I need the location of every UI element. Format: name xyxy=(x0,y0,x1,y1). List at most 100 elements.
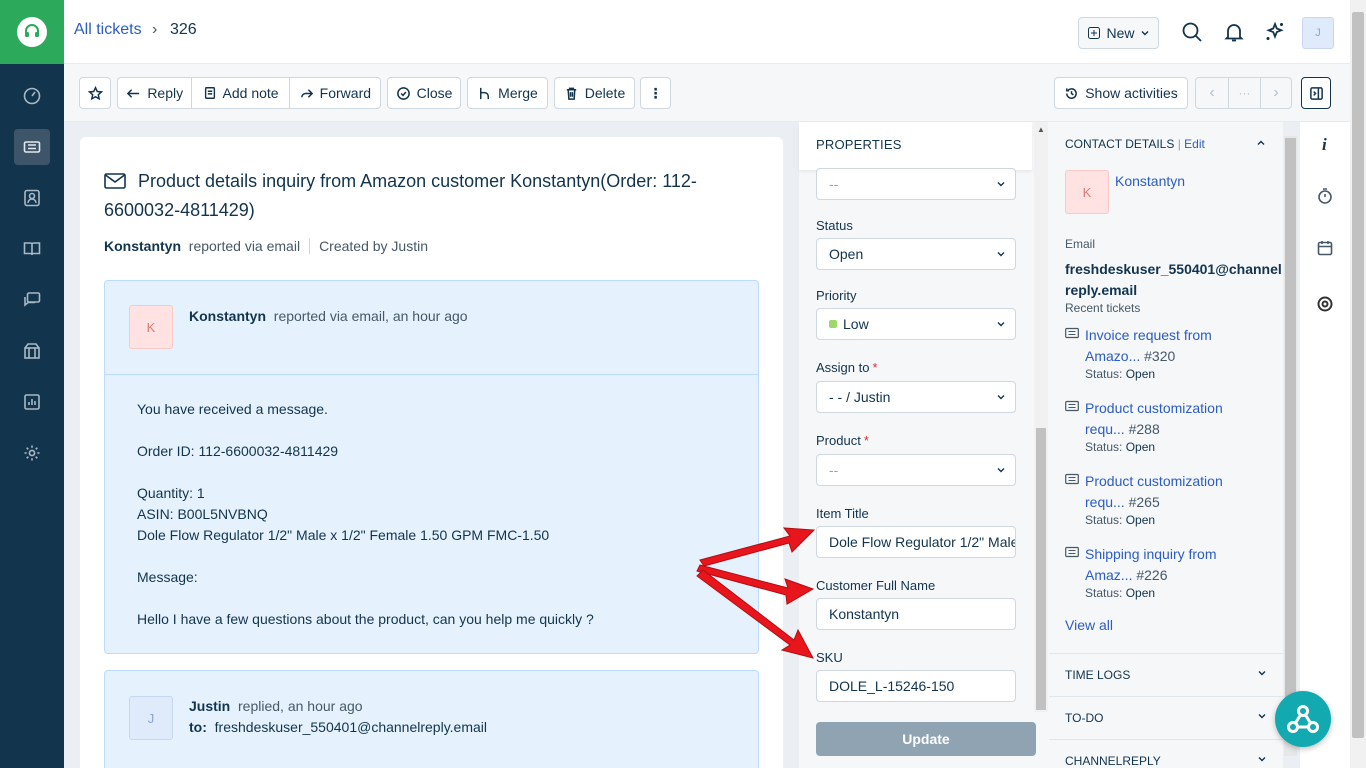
ticket-title[interactable]: Amaz... xyxy=(1085,567,1132,583)
to-label: to: xyxy=(189,719,207,735)
ticket-status-value: Open xyxy=(1125,513,1156,527)
user-avatar[interactable]: J xyxy=(1302,17,1334,49)
sku-input[interactable]: DOLE_L-15246-150 xyxy=(816,670,1016,702)
dashboard-icon[interactable] xyxy=(14,78,50,114)
chevron-down-icon xyxy=(997,468,1005,473)
view-all-link[interactable]: View all xyxy=(1065,617,1113,633)
delete-button[interactable]: Delete xyxy=(554,77,635,109)
ticket-subject-text: Product details inquiry from Amazon cust… xyxy=(104,171,697,220)
new-button-label: New xyxy=(1106,25,1135,41)
contacts-icon[interactable] xyxy=(14,180,50,216)
check-circle-icon xyxy=(396,86,410,100)
close-button[interactable]: Close xyxy=(387,77,461,109)
chevron-down-icon xyxy=(997,322,1005,327)
contact-edit-link[interactable]: Edit xyxy=(1184,137,1205,151)
channelreply-section[interactable]: CHANNELREPLY xyxy=(1049,739,1283,768)
message2-author[interactable]: Justin xyxy=(189,698,230,714)
note-icon xyxy=(204,87,215,99)
priority-label: Priority xyxy=(816,288,857,303)
ticket-title[interactable]: requ... xyxy=(1085,494,1125,510)
meta-divider xyxy=(309,238,311,254)
reports-icon[interactable] xyxy=(14,384,50,420)
time-logs-section[interactable]: TIME LOGS xyxy=(1049,653,1283,695)
breadcrumb-all-tickets[interactable]: All tickets xyxy=(74,21,142,39)
message1-header: Konstantyn reported via email, an hour a… xyxy=(189,308,468,324)
update-button[interactable]: Update xyxy=(816,722,1036,756)
message-line: Message: xyxy=(137,569,198,585)
top-dropdown[interactable]: -- xyxy=(816,168,1016,200)
merge-button[interactable]: Merge xyxy=(467,77,548,109)
message1-author[interactable]: Konstantyn xyxy=(189,308,266,324)
status-dropdown[interactable]: Open xyxy=(816,238,1016,270)
priority-dropdown[interactable]: Low xyxy=(816,308,1016,340)
merge-icon xyxy=(480,87,490,99)
ticket-title[interactable]: Shipping inquiry from xyxy=(1085,544,1245,565)
freddy-ai-icon[interactable] xyxy=(1261,18,1289,46)
previous-ticket-chevron-icon[interactable]: ‹ xyxy=(1196,78,1228,108)
contact-title-sep: | xyxy=(1177,137,1181,151)
todo-section[interactable]: TO-DO xyxy=(1049,696,1283,738)
ticket-status: Status: Open xyxy=(1085,440,1155,454)
freshdesk-logo[interactable] xyxy=(0,0,64,64)
chevron-down-icon xyxy=(997,395,1005,400)
ticket-title[interactable]: Product customization xyxy=(1085,471,1245,492)
reply-button[interactable]: Reply xyxy=(118,78,191,108)
help-widget-button[interactable] xyxy=(1275,691,1331,747)
pager-more[interactable]: ··· xyxy=(1228,78,1260,108)
more-actions-button[interactable]: ⋮ xyxy=(640,77,671,109)
created-by: Created by Justin xyxy=(319,238,429,254)
ticket-title[interactable]: Product customization xyxy=(1085,398,1245,419)
chevron-up-icon[interactable] xyxy=(1256,138,1266,148)
add-note-button[interactable]: Add note xyxy=(191,78,288,108)
reporter-name[interactable]: Konstantyn xyxy=(104,238,181,254)
groups-icon[interactable] xyxy=(14,333,50,369)
forward-button[interactable]: Forward xyxy=(288,78,380,108)
forward-label: Forward xyxy=(319,85,372,101)
search-icon[interactable] xyxy=(1178,18,1206,46)
status-prefix: Status: xyxy=(1085,440,1123,454)
show-activities-button[interactable]: Show activities xyxy=(1054,77,1188,109)
contact-name-link[interactable]: Konstantyn xyxy=(1115,173,1185,189)
channelreply-app-icon[interactable] xyxy=(1314,293,1336,315)
product-value: -- xyxy=(829,462,839,478)
tickets-icon[interactable] xyxy=(14,129,50,165)
ticket-title[interactable]: Invoice request from xyxy=(1085,325,1245,346)
customer-name-label: Customer Full Name xyxy=(816,578,936,593)
product-dropdown[interactable]: -- xyxy=(816,454,1016,486)
status-prefix: Status: xyxy=(1085,513,1123,527)
next-ticket-chevron-icon[interactable]: › xyxy=(1260,78,1291,108)
timer-icon[interactable] xyxy=(1314,185,1336,207)
customer-name-input[interactable]: Konstantyn xyxy=(816,598,1016,630)
ticket-title[interactable]: Amazo... xyxy=(1085,348,1140,364)
svg-text:i: i xyxy=(1322,135,1327,153)
sku-label: SKU xyxy=(816,650,843,665)
ticket-title[interactable]: requ... xyxy=(1085,421,1125,437)
new-button[interactable]: New xyxy=(1078,17,1159,49)
product-label: Product * xyxy=(816,433,869,448)
page-scrollbar-thumb[interactable] xyxy=(1352,12,1364,738)
ticket-toolbar: Reply Add note Forward Close Merge Delet… xyxy=(64,64,1350,122)
properties-scrollbar-thumb[interactable] xyxy=(1036,428,1046,710)
settings-gear-icon[interactable] xyxy=(14,435,50,471)
assign-to-dropdown[interactable]: - - / Justin xyxy=(816,381,1016,413)
headset-icon xyxy=(17,17,47,47)
ticket-status-value: Open xyxy=(1125,440,1156,454)
ticket-status-value: Open xyxy=(1125,586,1156,600)
forums-icon[interactable] xyxy=(14,282,50,318)
bell-icon[interactable] xyxy=(1220,18,1248,46)
calendar-icon[interactable] xyxy=(1314,237,1336,259)
star-button[interactable] xyxy=(79,77,111,109)
knowledge-base-icon[interactable] xyxy=(14,231,50,267)
scroll-up-arrow-icon[interactable]: ▲ xyxy=(1037,125,1045,134)
info-icon[interactable]: i xyxy=(1314,133,1336,155)
breadcrumb-ticket-id: 326 xyxy=(170,21,197,38)
ticket-icon xyxy=(1065,473,1079,485)
status-prefix: Status: xyxy=(1085,586,1123,600)
message2-header: Justin replied, an hour ago xyxy=(189,698,363,714)
toggle-sidebar-button[interactable] xyxy=(1301,77,1331,109)
ticket-icon xyxy=(1065,546,1079,558)
envelope-icon xyxy=(104,170,126,197)
reply-arrow-icon xyxy=(127,88,140,98)
contact-scrollbar-thumb[interactable] xyxy=(1285,138,1296,698)
item-title-input[interactable]: Dole Flow Regulator 1/2" Male xyxy=(816,526,1016,558)
